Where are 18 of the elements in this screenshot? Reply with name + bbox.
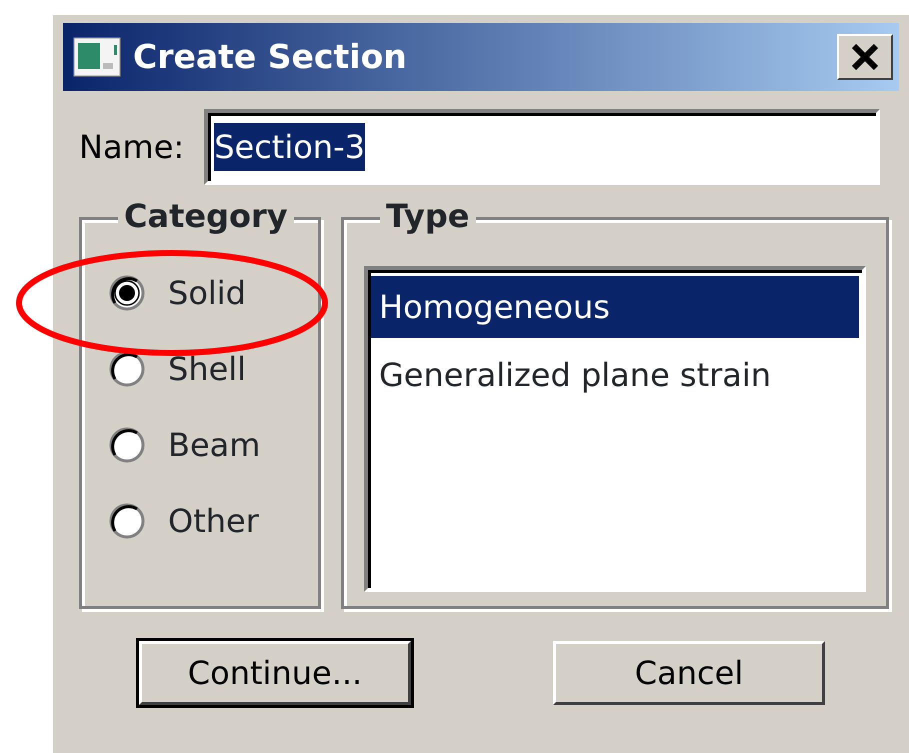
name-label: Name: [79,127,184,168]
close-icon [851,44,879,70]
radio-option[interactable]: Solid [108,274,318,312]
radio-button[interactable] [108,502,146,540]
list-item[interactable]: Generalized plane strain [371,344,859,406]
name-field[interactable]: Section-3 [204,109,880,185]
cancel-button[interactable]: Cancel [553,641,825,705]
radio-option[interactable]: Shell [108,350,318,388]
close-button[interactable] [837,34,893,80]
window-title: Create Section [133,36,407,78]
radio-button[interactable] [108,350,146,388]
radio-option[interactable]: Other [108,502,318,540]
continue-button[interactable]: Continue... [139,641,411,705]
radio-button[interactable] [108,274,146,312]
app-icon [73,37,121,77]
radio-option[interactable]: Beam [108,426,318,464]
radio-button[interactable] [108,426,146,464]
list-item[interactable]: Homogeneous [371,276,859,338]
